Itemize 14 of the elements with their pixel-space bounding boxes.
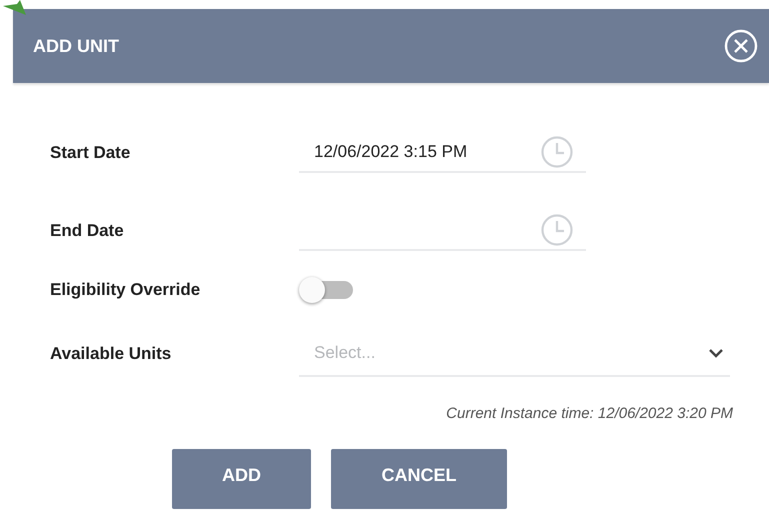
date-time-field[interactable]: 12/06/2022 3:15 PM bbox=[299, 133, 586, 173]
field-label: End Date bbox=[50, 221, 125, 241]
field-label: Start Date bbox=[50, 143, 132, 163]
clock-icon[interactable] bbox=[540, 213, 574, 247]
clock-icon[interactable] bbox=[540, 135, 574, 169]
chevron-down-icon bbox=[708, 348, 724, 358]
toggle-switch[interactable] bbox=[299, 277, 353, 303]
close-icon[interactable] bbox=[724, 29, 758, 63]
instance-time-note: Current Instance time: 12/06/2022 3:20 PM bbox=[446, 405, 733, 422]
dialog-title: ADD UNIT bbox=[33, 36, 119, 56]
cancel-button[interactable]: CANCEL bbox=[331, 449, 507, 509]
add-button[interactable]: ADD bbox=[172, 449, 311, 509]
field-label: Available Units bbox=[50, 344, 172, 364]
field-label: Eligibility Override bbox=[50, 280, 202, 300]
